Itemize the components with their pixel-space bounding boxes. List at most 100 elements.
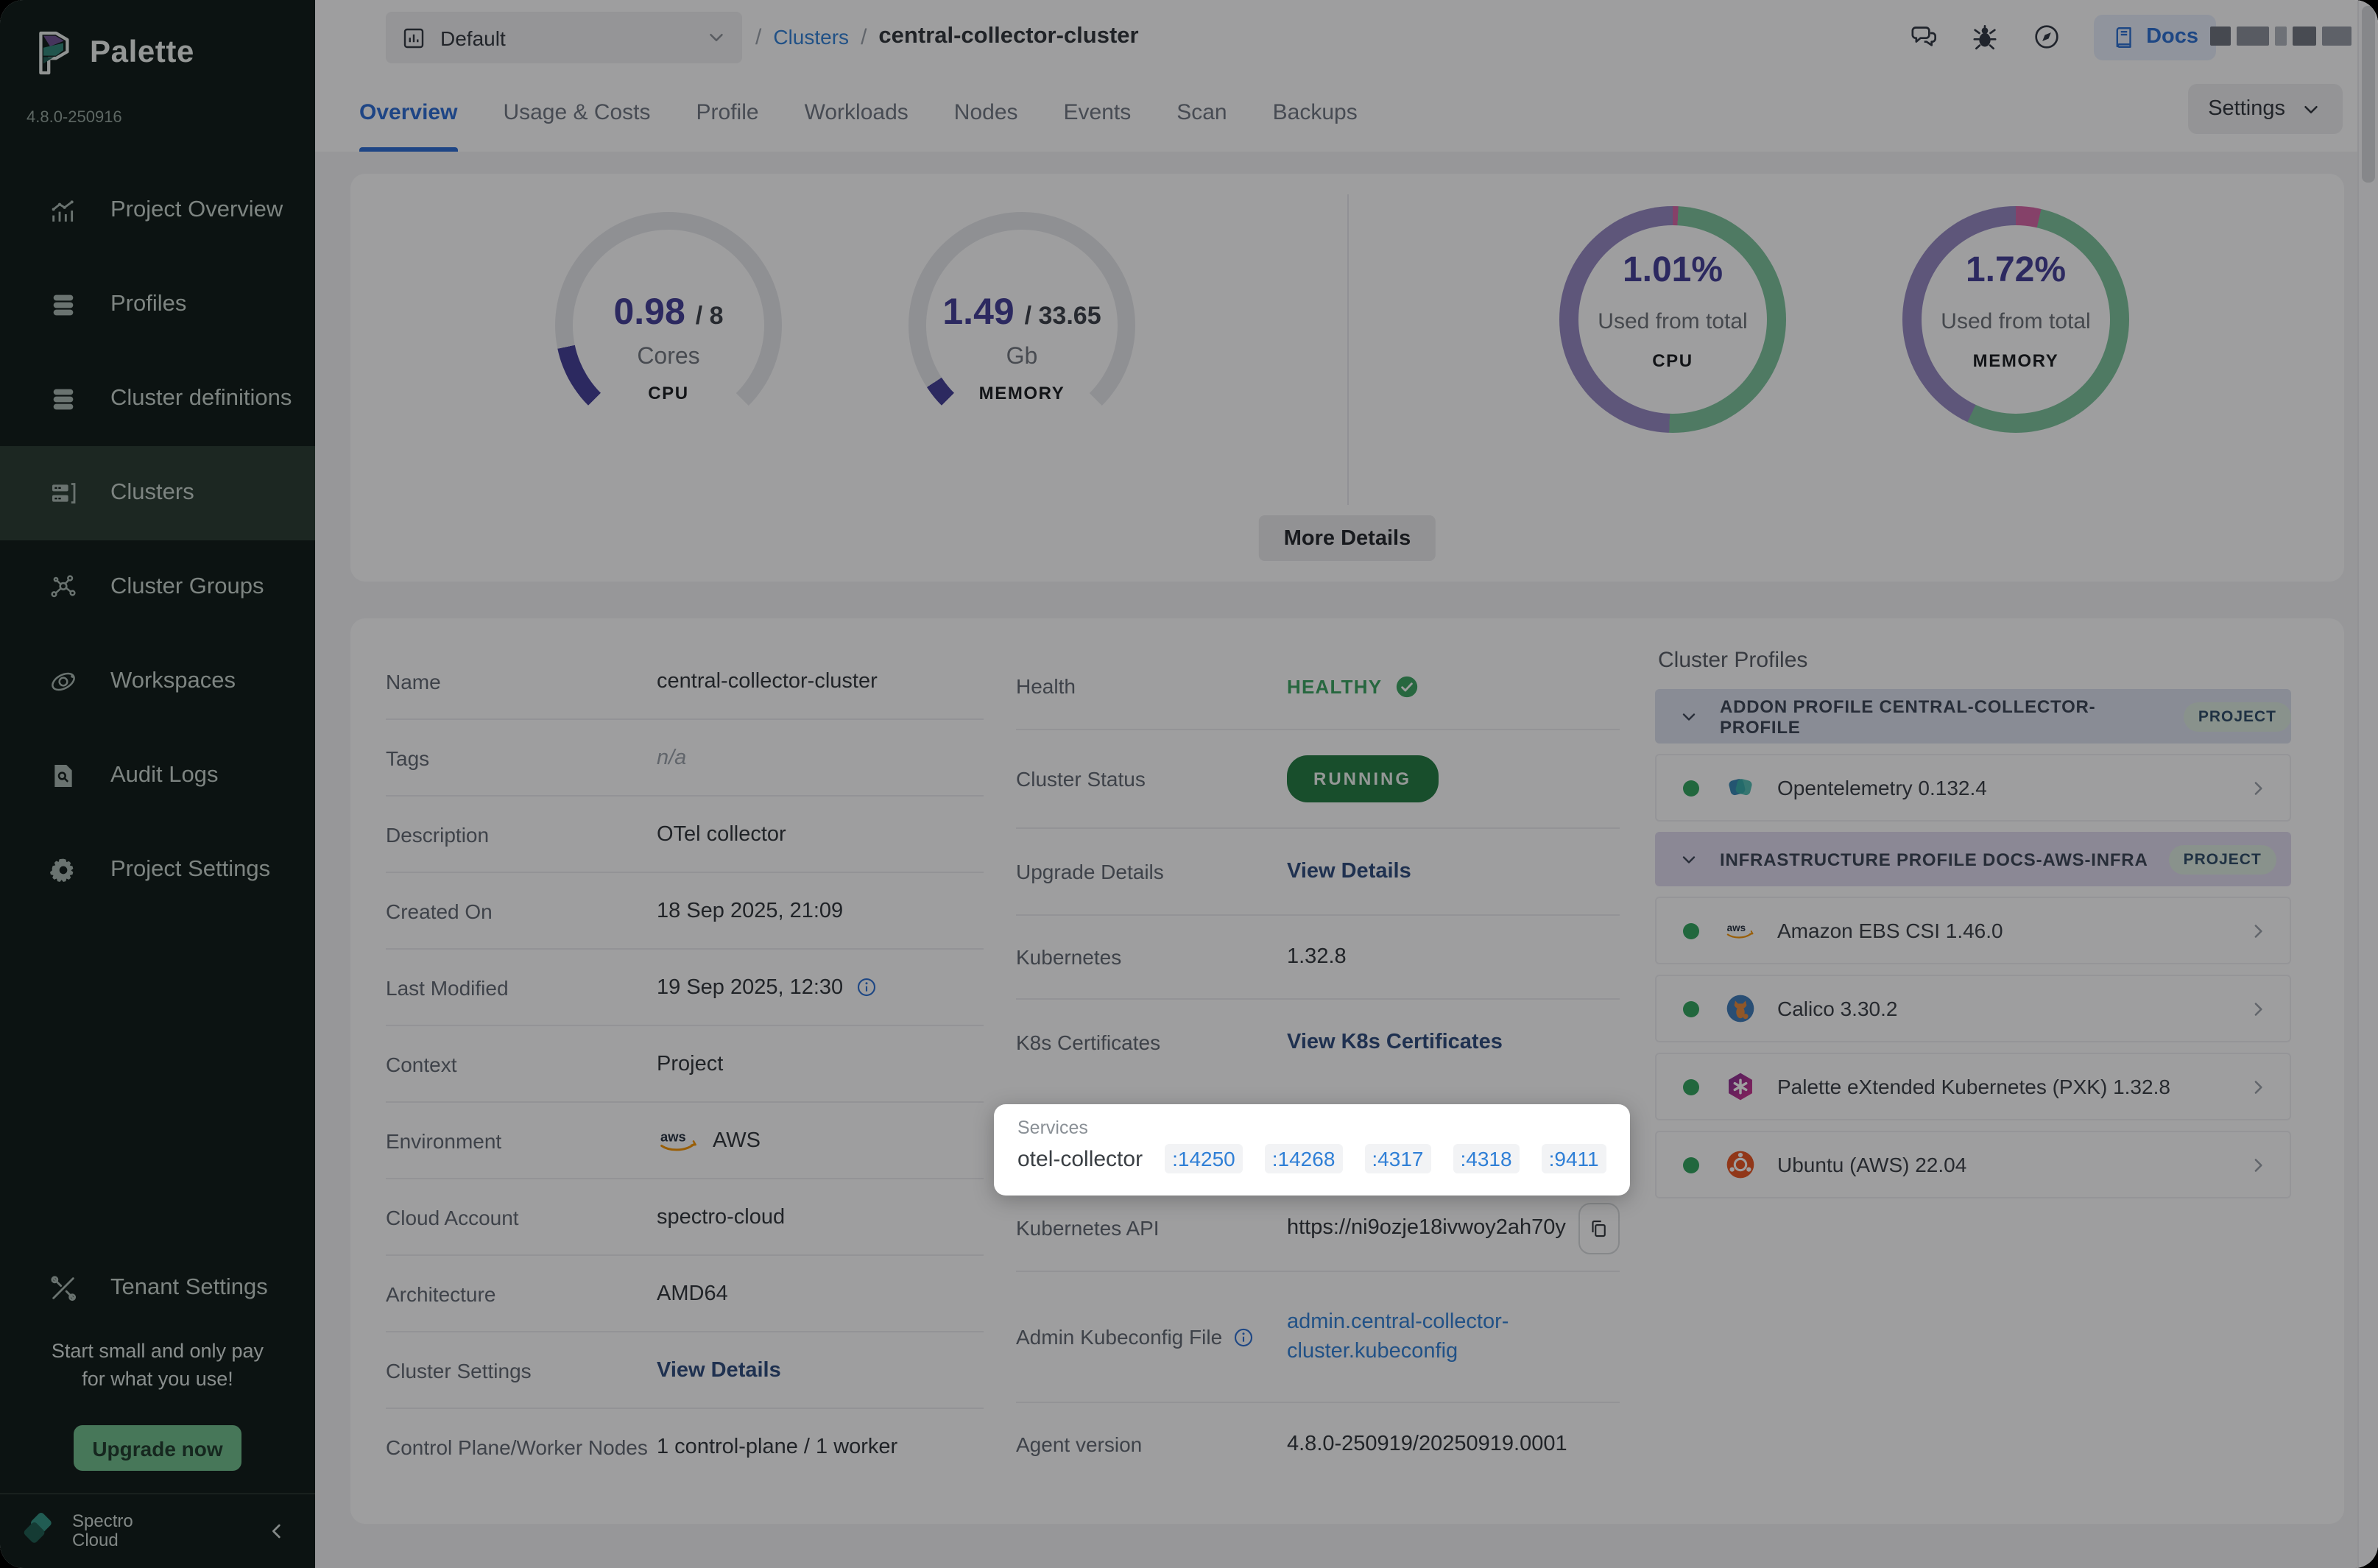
tab-overview[interactable]: Overview (359, 74, 457, 152)
profile-section-header[interactable]: ADDON PROFILE CENTRAL-COLLECTOR-PROFILE … (1655, 689, 2291, 744)
profile-layer-name: Palette eXtended Kubernetes (PXK) 1.32.8 (1777, 1075, 2170, 1098)
card-divider (1347, 194, 1349, 505)
detail-value: 19 Sep 2025, 12:30 (657, 975, 843, 999)
sidebar-item-profiles[interactable]: Profiles (0, 258, 315, 352)
sidebar-item-audit-logs[interactable]: Audit Logs (0, 729, 315, 823)
sidebar-item-project-settings[interactable]: Project Settings (0, 823, 315, 917)
detail-row-last-modified: Last Modified19 Sep 2025, 12:30 (386, 950, 984, 1026)
detail-value: AWS (713, 1129, 761, 1152)
tab-scan[interactable]: Scan (1176, 74, 1227, 152)
view-details-link[interactable]: View Details (657, 1358, 781, 1382)
settings-label: Settings (2208, 97, 2285, 121)
sidebar-item-tenant-settings[interactable]: Tenant Settings (0, 1241, 315, 1335)
project-badge: PROJECT (2169, 844, 2276, 874)
project-selector-label: Default (440, 26, 506, 49)
user-name-redacted[interactable] (2210, 27, 2351, 46)
tab-workloads[interactable]: Workloads (805, 74, 908, 152)
status-dot (1683, 1156, 1699, 1173)
detail-label: Kubernetes (1016, 945, 1121, 969)
service-port-link[interactable]: :9411 (1542, 1144, 1606, 1173)
info-icon[interactable] (1232, 1326, 1255, 1348)
cluster-status-badge: RUNNING (1287, 755, 1438, 802)
profile-layer-amazon-ebs-csi-1-46-0[interactable]: aws Amazon EBS CSI 1.46.0 (1655, 897, 2291, 964)
topbar-actions: Docs (1908, 0, 2216, 74)
profile-section: ADDON PROFILE CENTRAL-COLLECTOR-PROFILE … (1655, 689, 2291, 822)
docs-button[interactable]: Docs (2093, 14, 2216, 60)
profile-section: INFRASTRUCTURE PROFILE DOCS-AWS-INFRA PR… (1655, 832, 2291, 1198)
sidebar-item-cluster-definitions[interactable]: Cluster definitions (0, 352, 315, 446)
view-details-link[interactable]: View Details (1287, 860, 1411, 883)
status-dot (1683, 1000, 1699, 1017)
gauge-total: / 8 (696, 302, 724, 330)
chevron-right-icon (2247, 777, 2269, 799)
detail-row-agent-version: Agent version4.8.0-250919/20250919.0001 (1016, 1403, 1620, 1486)
profile-layer-palette-extended-kubernetes-pxk-1-32-8[interactable]: Palette eXtended Kubernetes (PXK) 1.32.8 (1655, 1053, 2291, 1120)
detail-label: Cluster Settings (386, 1358, 532, 1382)
sidebar-menu: Project Overview Profiles Cluster defini… (0, 163, 315, 917)
tab-usage-costs[interactable]: Usage & Costs (503, 74, 650, 152)
gauge-caption: CPU (555, 383, 782, 403)
settings-button[interactable]: Settings (2187, 84, 2343, 134)
gauge-unit: Cores (555, 345, 782, 371)
info-icon[interactable] (855, 976, 877, 998)
compass-icon[interactable] (2031, 22, 2061, 52)
breadcrumb-separator: / (755, 24, 761, 49)
detail-value: 1.32.8 (1287, 945, 1347, 969)
book-icon (2111, 24, 2136, 49)
bug-report-icon[interactable] (1969, 22, 1999, 52)
sidebar: Palette 4.8.0-250916 Project Overview Pr… (0, 0, 315, 1568)
cpu-total-donut: 1.01% Used from total CPU (1548, 206, 1798, 433)
tab-events[interactable]: Events (1064, 74, 1132, 152)
detail-label: Environment (386, 1129, 501, 1152)
services-spotlight-card: Services otel-collector :14250:14268:431… (994, 1104, 1630, 1196)
service-name: otel-collector (1017, 1146, 1143, 1171)
calico-icon (1724, 992, 1757, 1025)
service-port-link[interactable]: :4318 (1453, 1144, 1520, 1173)
detail-row-cluster-settings: Cluster Settings View Details (386, 1332, 984, 1409)
copy-icon[interactable] (1578, 1202, 1620, 1254)
kubeconfig-link[interactable]: admin.central-collector-cluster.kubeconf… (1287, 1307, 1605, 1366)
service-port-link[interactable]: :4317 (1364, 1144, 1430, 1173)
tabs: Overview Usage & Costs Profile Workloads Nod… (359, 74, 1358, 152)
content-area: Default / Clusters / central-collector-c… (315, 0, 2378, 1568)
tab-nodes[interactable]: Nodes (954, 74, 1018, 152)
scrollbar[interactable] (2357, 0, 2378, 1568)
project-selector[interactable]: Default (386, 12, 742, 63)
upgrade-now-button[interactable]: Upgrade now (74, 1425, 241, 1471)
detail-row-description: DescriptionOTel collector (386, 797, 984, 873)
detail-label: Health (1016, 674, 1076, 698)
profile-layer-opentelemetry-0-132-4[interactable]: Opentelemetry 0.132.4 (1655, 754, 2291, 822)
profile-layer-calico-3-30-2[interactable]: Calico 3.30.2 (1655, 975, 2291, 1042)
sidebar-item-label: Audit Logs (110, 763, 219, 789)
detail-value: Project (657, 1052, 723, 1076)
sidebar-item-clusters[interactable]: Clusters (0, 446, 315, 540)
sidebar-collapse-button[interactable] (265, 1519, 289, 1543)
topbar: Default / Clusters / central-collector-c… (315, 0, 2378, 74)
service-port-link[interactable]: :14268 (1265, 1144, 1343, 1173)
service-port-link[interactable]: :14250 (1165, 1144, 1243, 1173)
detail-label: Cluster Status (1016, 767, 1146, 791)
breadcrumb-current: central-collector-cluster (878, 24, 1138, 50)
detail-row-context: ContextProject (386, 1026, 984, 1103)
more-details-button[interactable]: More Details (1259, 515, 1436, 561)
chat-icon[interactable] (1908, 22, 1937, 52)
docs-label: Docs (2146, 25, 2198, 49)
view-details-link[interactable]: View K8s Certificates (1287, 1031, 1503, 1054)
profile-layer-ubuntu-aws-22-04[interactable]: Ubuntu (AWS) 22.04 (1655, 1131, 2291, 1198)
tab-backups[interactable]: Backups (1273, 74, 1358, 152)
detail-row-admin-kubeconfig-file: Admin Kubeconfig Fileadmin.central-colle… (1016, 1272, 1620, 1403)
profile-section-header[interactable]: INFRASTRUCTURE PROFILE DOCS-AWS-INFRA PR… (1655, 832, 2291, 886)
sidebar-item-project-overview[interactable]: Project Overview (0, 163, 315, 258)
breadcrumb-link-clusters[interactable]: Clusters (773, 25, 849, 49)
project-selector-icon (401, 24, 427, 51)
scrollbar-thumb[interactable] (2362, 6, 2375, 183)
detail-row-kubernetes-api: Kubernetes APIhttps://ni9ozje18ivwoy2ah7… (1016, 1185, 1620, 1272)
profile-layer-name: Opentelemetry 0.132.4 (1777, 776, 1987, 799)
tab-profile[interactable]: Profile (696, 74, 759, 152)
sidebar-item-workspaces[interactable]: Workspaces (0, 635, 315, 729)
sidebar-item-cluster-groups[interactable]: Cluster Groups (0, 540, 315, 635)
donut-subtitle: Used from total (1902, 309, 2129, 334)
profile-section-title: ADDON PROFILE CENTRAL-COLLECTOR-PROFILE (1720, 696, 2163, 737)
status-dot (1683, 922, 1699, 939)
profile-layer-name: Ubuntu (AWS) 22.04 (1777, 1153, 1966, 1176)
